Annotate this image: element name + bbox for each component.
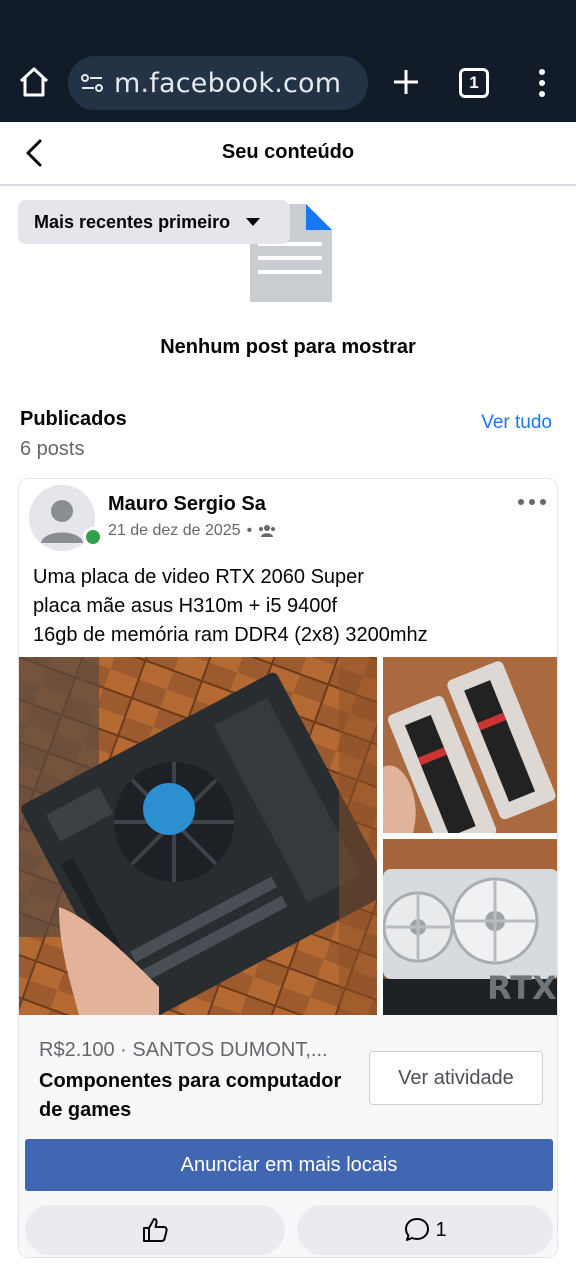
page-title: Seu conteúdo — [221, 141, 355, 163]
post-text-line: 16gb de memória ram DDR4 (2x8) 3200mhz — [33, 624, 428, 646]
group-audience-icon — [259, 525, 276, 537]
comment-bubble-icon — [405, 1218, 430, 1241]
sort-label: Mais recentes primeiro — [34, 211, 231, 232]
like-button[interactable] — [25, 1205, 285, 1255]
sort-dropdown[interactable]: Mais recentes primeiro — [18, 200, 290, 244]
home-icon[interactable] — [16, 64, 52, 100]
see-all-link[interactable]: Ver tudo — [481, 412, 552, 434]
post-count: 6 posts — [20, 438, 85, 460]
promote-button[interactable]: Anunciar em mais locais — [25, 1139, 553, 1191]
ram-image — [383, 657, 557, 833]
meta-separator: • — [246, 522, 253, 539]
gpu-photo[interactable]: RTX — [383, 839, 557, 1015]
online-status-dot — [83, 527, 103, 547]
ram-photo[interactable] — [383, 657, 557, 833]
page-header: Seu conteúdo — [0, 122, 576, 186]
post-text-line: placa mãe asus H310m + i5 9400f — [33, 595, 338, 617]
caret-down-icon — [246, 218, 261, 226]
reaction-bar: 1 — [25, 1205, 553, 1255]
address-bar[interactable]: m.facebook.com — [68, 56, 368, 110]
empty-state-text: Nenhum post para mostrar — [160, 336, 416, 358]
author-name[interactable]: Mauro Sergio Sa — [108, 493, 266, 516]
browser-toolbar: m.facebook.com 1 — [0, 0, 576, 122]
view-activity-button[interactable]: Ver atividade — [369, 1051, 543, 1105]
motherboard-photo[interactable] — [19, 657, 377, 1015]
price-location: R$2.100 · SANTOS DUMONT,... — [39, 1039, 328, 1061]
product-title[interactable]: Componentes para computador de games — [39, 1067, 359, 1125]
comment-button[interactable]: 1 — [297, 1205, 553, 1255]
url-text: m.facebook.com — [114, 67, 342, 99]
site-settings-icon[interactable] — [78, 69, 106, 97]
more-options-icon[interactable] — [517, 495, 547, 509]
comment-count: 1 — [435, 1218, 447, 1241]
post-card: Mauro Sergio Sa 21 de dez de 2025 • Uma … — [18, 478, 558, 1258]
motherboard-image — [19, 657, 377, 1015]
tab-switcher-button[interactable]: 1 — [459, 68, 489, 98]
post-text-line: Uma placa de video RTX 2060 Super — [33, 566, 364, 588]
thumbs-up-icon — [143, 1218, 168, 1242]
post-meta: 21 de dez de 2025 • — [108, 522, 276, 540]
post-text: Uma placa de video RTX 2060 Super placa … — [33, 563, 428, 650]
post-date[interactable]: 21 de dez de 2025 — [108, 522, 241, 540]
section-title: Publicados — [20, 408, 127, 430]
gpu-brand-text: RTX — [487, 969, 557, 1007]
listing-panel: R$2.100 · SANTOS DUMONT,... Componentes … — [19, 1015, 557, 1257]
new-tab-icon[interactable] — [388, 64, 424, 100]
more-vert-icon[interactable] — [530, 66, 554, 100]
